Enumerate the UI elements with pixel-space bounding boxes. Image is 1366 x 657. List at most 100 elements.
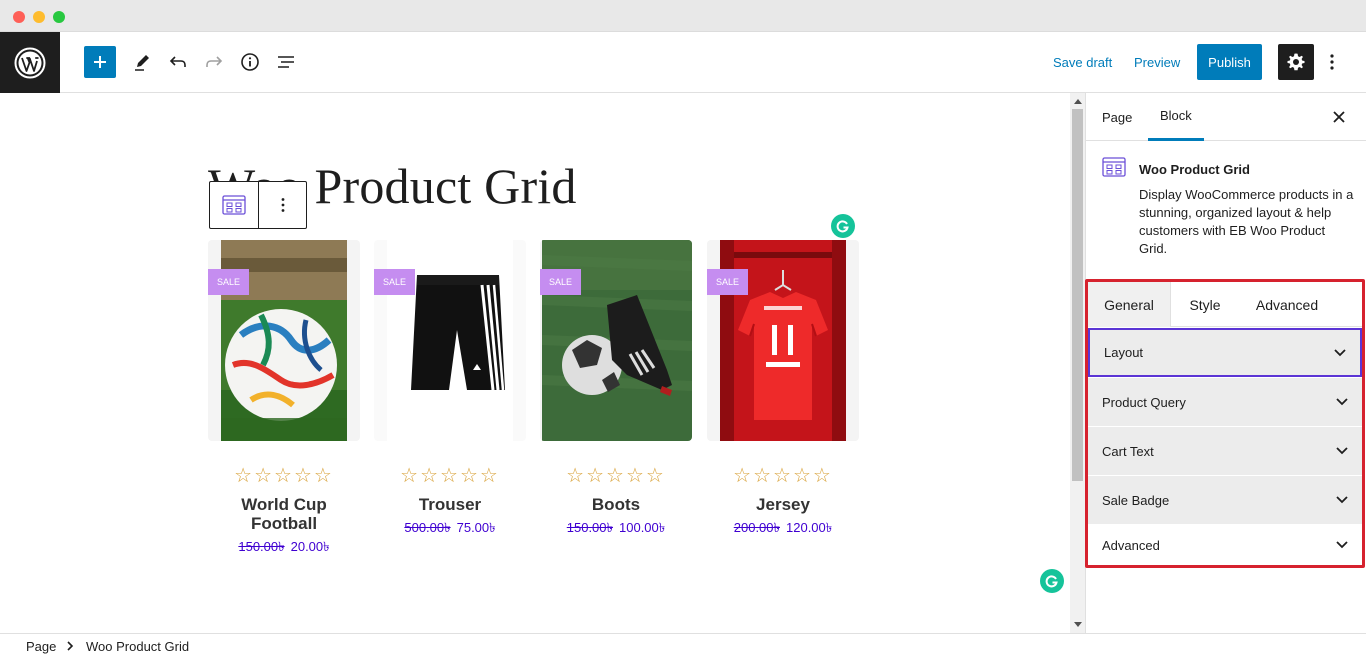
chevron-down-icon (1336, 447, 1348, 455)
product-card[interactable]: SALE ☆☆☆☆☆ Boots 150.00৳ 100.00৳ (540, 240, 692, 540)
section-label: Layout (1104, 345, 1144, 360)
redo-button[interactable] (198, 46, 230, 78)
block-title: Woo Product Grid (1139, 162, 1250, 177)
rating-stars: ☆☆☆☆☆ (733, 465, 833, 487)
edit-tool-button[interactable] (126, 46, 158, 78)
cart-text-section-toggle[interactable]: Cart Text (1088, 427, 1362, 476)
tab-page[interactable]: Page (1101, 93, 1133, 141)
section-label: Advanced (1102, 537, 1160, 553)
grammarly-icon[interactable] (831, 214, 855, 238)
section-label: Cart Text (1102, 443, 1154, 459)
block-breadcrumb: Page Woo Product Grid (0, 633, 1366, 657)
more-vertical-icon (1330, 54, 1334, 70)
tab-style[interactable]: Style (1172, 282, 1238, 327)
publish-button[interactable]: Publish (1197, 44, 1262, 80)
product-card[interactable]: SALE ☆☆☆☆☆ Jersey 200.00৳ 120.00৳ (707, 240, 859, 540)
product-query-section-toggle[interactable]: Product Query (1088, 378, 1362, 427)
undo-button[interactable] (162, 46, 194, 78)
breadcrumb-page[interactable]: Page (26, 639, 56, 654)
original-price: 150.00৳ (238, 539, 285, 554)
sale-badge: SALE (540, 269, 581, 295)
block-description: Display WooCommerce products in a stunni… (1139, 187, 1354, 256)
chevron-down-icon (1334, 348, 1346, 356)
add-block-button[interactable] (84, 46, 116, 78)
sale-badge: SALE (374, 269, 415, 295)
undo-icon (169, 56, 186, 67)
sale-price: 75.00৳ (456, 520, 496, 535)
tab-general[interactable]: General (1088, 282, 1171, 327)
tab-block[interactable]: Block (1148, 93, 1204, 141)
maximize-window-button[interactable] (53, 11, 65, 23)
sidebar-tabs: Page Block (1086, 93, 1366, 141)
sale-price: 100.00৳ (619, 520, 666, 535)
canvas-scrollbar[interactable] (1070, 93, 1085, 633)
tab-advanced[interactable]: Advanced (1244, 282, 1330, 327)
chevron-down-icon (1336, 398, 1348, 406)
redo-icon (206, 56, 223, 67)
sale-badge: SALE (208, 269, 249, 295)
product-image[interactable]: SALE (707, 240, 859, 441)
editor-canvas[interactable]: Woo Product Grid SALE ☆☆☆☆☆ World Cup Fo… (0, 93, 1070, 633)
layout-section-toggle[interactable]: Layout (1088, 328, 1362, 377)
rating-stars: ☆☆☆☆☆ (566, 465, 666, 487)
product-name[interactable]: World Cup Football (208, 495, 360, 533)
product-name[interactable]: Trouser (374, 495, 526, 514)
block-options-button[interactable] (258, 182, 306, 228)
section-label: Sale Badge (1102, 492, 1170, 508)
block-controls-panel: General Style Advanced Layout Product Qu… (1085, 279, 1365, 568)
advanced-section-toggle[interactable]: Advanced (1088, 526, 1362, 565)
breadcrumb-current-block[interactable]: Woo Product Grid (86, 639, 189, 654)
more-vertical-icon (281, 198, 284, 212)
close-window-button[interactable] (13, 11, 25, 23)
section-label: Product Query (1102, 394, 1186, 410)
product-card[interactable]: SALE ☆☆☆☆☆ Trouser 500.00৳ 75.00৳ (374, 240, 526, 540)
pencil-icon (135, 55, 149, 71)
close-sidebar-button[interactable] (1329, 107, 1349, 127)
product-price: 150.00৳ 100.00৳ (540, 519, 692, 540)
save-draft-button[interactable]: Save draft (1053, 55, 1112, 70)
product-grid-icon (222, 195, 246, 215)
product-image[interactable]: SALE (374, 240, 526, 441)
product-price: 150.00৳ 20.00৳ (208, 538, 360, 559)
product-grid-icon (1102, 157, 1126, 177)
block-type-button[interactable] (210, 182, 258, 228)
minimize-window-button[interactable] (33, 11, 45, 23)
list-view-button[interactable] (270, 46, 302, 78)
details-button[interactable] (234, 46, 266, 78)
chevron-down-icon (1336, 541, 1348, 549)
sale-price: 120.00৳ (786, 520, 833, 535)
panel-tabs: General Style Advanced (1088, 282, 1362, 327)
chevron-right-icon (67, 641, 74, 651)
window-titlebar (0, 0, 1366, 32)
block-toolbar (209, 181, 307, 229)
sale-badge-section-toggle[interactable]: Sale Badge (1088, 476, 1362, 525)
preview-button[interactable]: Preview (1134, 55, 1180, 70)
settings-sidebar: Page Block Woo Product Grid Display WooC… (1085, 93, 1366, 633)
plus-icon (94, 56, 106, 68)
original-price: 500.00৳ (404, 520, 451, 535)
original-price: 150.00৳ (566, 520, 613, 535)
rating-stars: ☆☆☆☆☆ (234, 465, 334, 487)
rating-stars: ☆☆☆☆☆ (400, 465, 500, 487)
original-price: 200.00৳ (733, 520, 780, 535)
product-card[interactable]: SALE ☆☆☆☆☆ World Cup Football 150.00৳ 20.… (208, 240, 360, 559)
sale-badge: SALE (707, 269, 748, 295)
list-view-icon (278, 56, 294, 68)
info-icon (241, 53, 259, 71)
product-price: 500.00৳ 75.00৳ (374, 519, 526, 540)
wordpress-logo-button[interactable] (0, 32, 60, 93)
product-image[interactable]: SALE (208, 240, 360, 441)
product-name[interactable]: Boots (540, 495, 692, 514)
chevron-down-icon (1336, 496, 1348, 504)
grammarly-icon[interactable] (1040, 569, 1064, 593)
close-icon (1333, 111, 1345, 123)
scroll-thumb[interactable] (1072, 109, 1083, 481)
product-name[interactable]: Jersey (707, 495, 859, 514)
editor-header: Save draft Preview Publish (0, 32, 1366, 93)
options-menu-button[interactable] (1320, 46, 1344, 78)
product-image[interactable]: SALE (540, 240, 692, 441)
scroll-down-arrow[interactable] (1074, 622, 1082, 627)
wordpress-icon (14, 47, 46, 78)
scroll-up-arrow[interactable] (1074, 99, 1082, 104)
settings-button[interactable] (1278, 44, 1314, 80)
